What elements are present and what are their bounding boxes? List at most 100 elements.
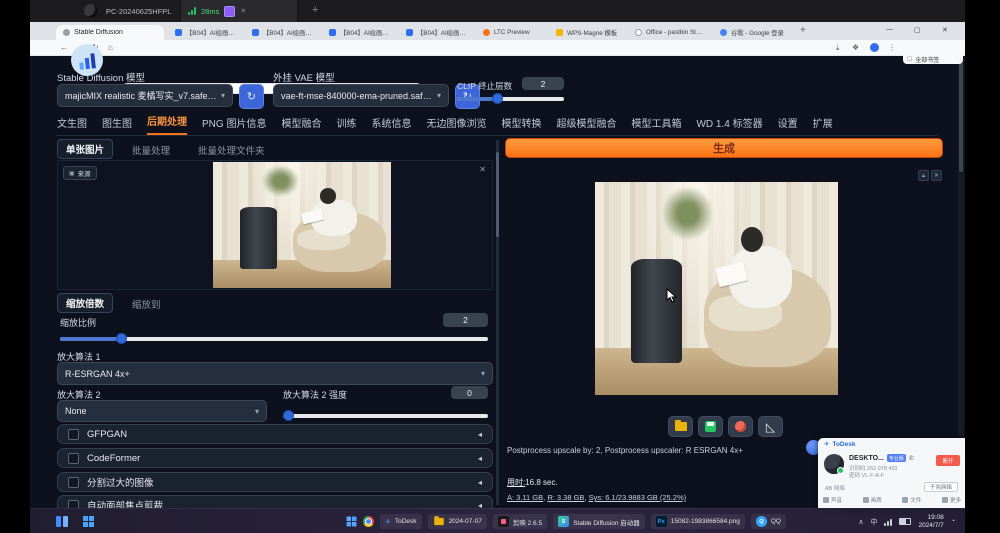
todesk-net-button[interactable]: 千兆网络 <box>924 482 958 492</box>
tab-favicon <box>252 29 259 36</box>
browser-tab[interactable]: WPS-Magne 模板 <box>549 25 625 40</box>
taskbar-app-photoshop[interactable]: Ps 15082-1983866584.png <box>651 514 745 529</box>
window-maximize-button[interactable]: ▢ <box>914 26 921 34</box>
remote-titlebar: PC-20240625HFPL 28ms ✕ + <box>30 0 965 22</box>
clear-image-icon[interactable]: ✕ <box>479 165 486 174</box>
checkbox[interactable] <box>68 477 79 488</box>
subtab-single-image[interactable]: 单张图片 <box>57 139 113 159</box>
browser-menu-icon[interactable]: ⋮ <box>888 43 896 52</box>
remote-new-tab-button[interactable]: + <box>312 4 318 16</box>
send-to-img2img-button[interactable]: ◺ <box>758 416 783 437</box>
tab-image-browser[interactable]: 无边图像浏览 <box>426 115 486 135</box>
model-dropdown[interactable]: majicMIX realistic 麦橘写实_v7.safetensors [… <box>57 84 233 107</box>
taskbar-app-folder[interactable]: 2024-07-07 <box>428 514 487 529</box>
tab-img2img[interactable]: 图生图 <box>102 115 132 135</box>
slider-handle[interactable] <box>492 93 503 104</box>
todesk-disconnect-button[interactable]: 断开 <box>936 455 960 466</box>
vae-dropdown[interactable]: vae-ft-mse-840000-ema-pruned.safetensors… <box>273 84 449 107</box>
back-icon[interactable]: ← <box>60 43 68 52</box>
tab-system-info[interactable]: 系统信息 <box>371 115 411 135</box>
notification-bell-icon[interactable]: ◔ <box>951 518 955 525</box>
home-icon[interactable]: ⌂ <box>108 43 113 52</box>
preview-close-button[interactable]: ✕ <box>931 170 942 181</box>
browser-tab[interactable]: LTC Preview <box>476 25 546 40</box>
model-refresh-button[interactable]: ↻ <box>239 84 264 109</box>
checkbox[interactable] <box>68 429 79 440</box>
upscaler2-strength-slider[interactable] <box>283 414 488 418</box>
todesk-action-files[interactable]: 文件 <box>902 496 921 504</box>
browser-new-tab-button[interactable]: + <box>800 25 806 36</box>
browser-tab[interactable]: 【B04】AI绘画整合包 - V启动器 <box>168 25 242 40</box>
task-view-icon[interactable] <box>347 517 357 527</box>
taskbar-app-sd-launcher[interactable]: S Stable Diffusion 启动器 <box>553 514 645 529</box>
tray-expand-icon[interactable]: ∧ <box>858 518 863 526</box>
bookmarks-chip[interactable]: ▢ 全部书签 <box>903 54 963 64</box>
window-close-button[interactable]: ✕ <box>942 26 948 34</box>
slider-handle[interactable] <box>116 333 127 344</box>
clip-skip-value[interactable]: 2 <box>522 77 564 90</box>
save-image-button[interactable] <box>698 416 723 437</box>
upscaler2-strength-value[interactable]: 0 <box>451 386 488 399</box>
browser-tab[interactable]: Office - pastbin Studio <box>628 25 710 40</box>
resize-value[interactable]: 2 <box>443 313 488 327</box>
browser-tab[interactable]: 【B04】AI绘画整合包 - V启动器 <box>322 25 396 40</box>
tab-super-merger[interactable]: 超级模型融合 <box>556 115 616 135</box>
upscaler2-dropdown[interactable]: None ▾ <box>57 400 267 422</box>
battery-icon[interactable] <box>899 518 911 525</box>
profile-avatar[interactable] <box>870 43 879 52</box>
accordion-gfpgan[interactable]: GFPGAN ◂ <box>57 424 493 444</box>
checkbox[interactable] <box>68 453 79 464</box>
upscaler2-strength-label: 放大算法 2 强度 <box>283 388 347 401</box>
tab-extensions[interactable]: 扩展 <box>813 115 833 135</box>
todesk-action-quality[interactable]: 画质 <box>863 496 882 504</box>
session-close-icon[interactable]: ✕ <box>240 7 246 15</box>
source-image-panel[interactable]: ▣ 来源 ✕ <box>57 160 493 290</box>
remote-session-tab[interactable]: 28ms ✕ <box>180 0 298 22</box>
browser-tab[interactable]: 谷歌 - Google 登录 <box>713 25 793 40</box>
clock[interactable]: 19:08 2024/7/7 <box>918 514 943 529</box>
source-image-preview[interactable] <box>213 162 391 288</box>
tab-wd14-tagger[interactable]: WD 1.4 标签器 <box>696 115 762 135</box>
taskbar-app-todesk[interactable]: ✈ ToDesk <box>380 514 422 529</box>
browser-tab[interactable]: 【B04】AI绘画整合包 - V启动器 <box>399 25 473 40</box>
result-image-preview[interactable] <box>595 182 838 395</box>
subtab-batch-folder[interactable]: 批量处理文件夹 <box>198 143 265 157</box>
slider-handle[interactable] <box>283 410 294 421</box>
network-icon[interactable] <box>884 518 892 526</box>
open-folder-button[interactable] <box>668 416 693 437</box>
accordion-codeformer[interactable]: CodeFormer ◂ <box>57 448 493 468</box>
browser-tab[interactable]: 【B04】AI绘画整合包 - V启动器 <box>245 25 319 40</box>
tab-train[interactable]: 训练 <box>336 115 356 135</box>
resize-slider[interactable] <box>60 337 488 341</box>
subtab-batch-process[interactable]: 批量处理 <box>132 143 170 157</box>
todesk-action-sound[interactable]: 声音 <box>823 496 842 504</box>
preview-expand-button[interactable]: ▴ <box>918 170 929 181</box>
scale-to-tab[interactable]: 缩放到 <box>132 297 161 311</box>
taskbar-app-qq[interactable]: Q QQ <box>751 514 786 529</box>
todesk-action-more[interactable]: 更多 <box>942 496 961 504</box>
ime-indicator[interactable]: 中 <box>870 517 877 527</box>
phone-icon[interactable]: ✆ <box>909 455 914 462</box>
accordion-split-oversized[interactable]: 分割过大的图像 ◂ <box>57 472 493 492</box>
tab-txt2img[interactable]: 文生图 <box>57 115 87 135</box>
chrome-taskbar-icon[interactable] <box>363 516 374 527</box>
start-button[interactable] <box>83 516 94 527</box>
taskbar-app-jianying[interactable]: 剪映 2.6.5 <box>493 514 547 529</box>
widgets-icon[interactable] <box>56 516 61 527</box>
upscaler1-dropdown[interactable]: R-ESRGAN 4x+ ▾ <box>57 362 493 385</box>
tab-checkpoint-merger[interactable]: 模型融合 <box>281 115 321 135</box>
generate-button[interactable]: 生成 <box>505 138 943 158</box>
column-scrollbar[interactable] <box>496 140 499 505</box>
clip-skip-slider[interactable] <box>457 97 564 101</box>
browser-tab-active[interactable]: Stable Diffusion <box>56 25 164 40</box>
scale-by-tab[interactable]: 缩放倍数 <box>57 293 113 313</box>
window-minimize-button[interactable]: — <box>886 26 893 33</box>
tab-png-info[interactable]: PNG 图片信息 <box>202 115 266 135</box>
send-to-extras-button[interactable] <box>728 416 753 437</box>
tab-settings[interactable]: 设置 <box>778 115 798 135</box>
tab-extras[interactable]: 后期处理 <box>147 113 187 135</box>
tab-model-convert[interactable]: 模型转换 <box>501 115 541 135</box>
extensions-icon[interactable]: ❖ <box>852 43 859 52</box>
download-icon[interactable]: ⤓ <box>836 43 840 53</box>
tab-model-toolkit[interactable]: 模型工具箱 <box>631 115 681 135</box>
